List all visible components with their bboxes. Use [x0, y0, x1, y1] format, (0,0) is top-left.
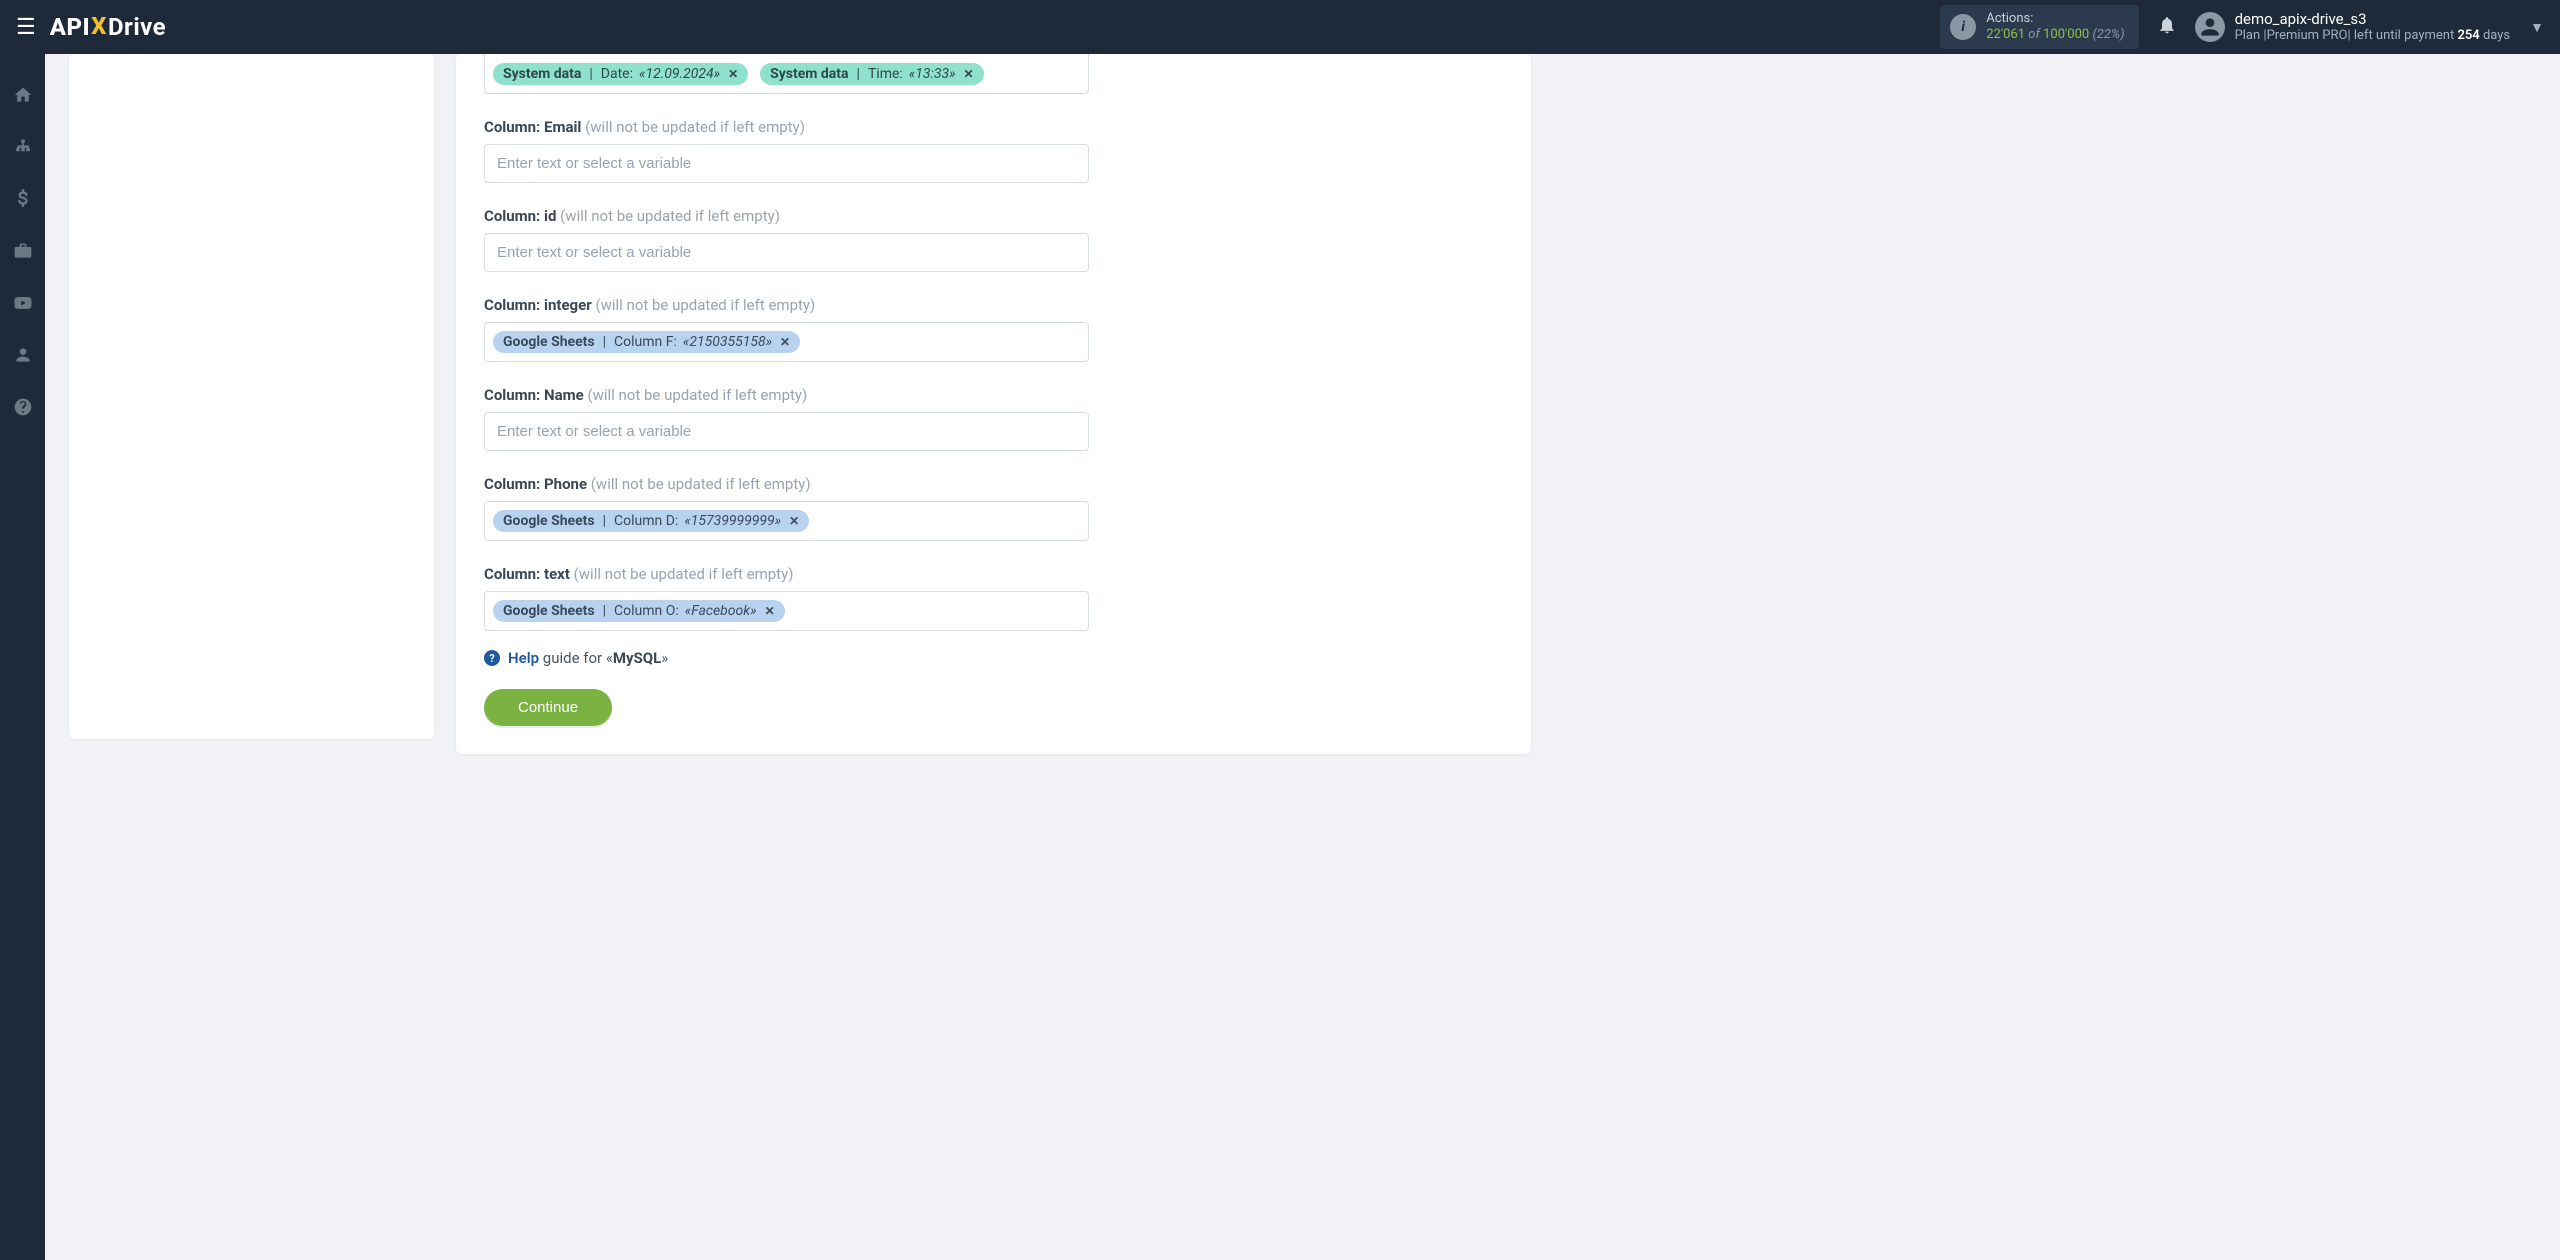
tag-text[interactable]: Google Sheets|Column O: «Facebook»✕ — [493, 600, 785, 622]
actions-badge[interactable]: i Actions: 22'061 of 100'000 (22%) — [1940, 5, 2138, 50]
logo-text-api: API — [50, 13, 90, 41]
input-id[interactable] — [484, 233, 1089, 272]
input-phone[interactable]: Google Sheets|Column D: «15739999999»✕ — [484, 501, 1089, 541]
field-phone: Column: Phone (will not be updated if le… — [484, 475, 1089, 541]
input-email[interactable] — [484, 144, 1089, 183]
field-text: Column: text (will not be updated if lef… — [484, 565, 1089, 631]
menu-toggle[interactable]: ☰ — [16, 15, 36, 40]
field-top-tags[interactable]: System data|Date: «12.09.2024»✕ System d… — [484, 54, 1089, 94]
sidebar-item-profile[interactable] — [0, 338, 45, 372]
topbar: ☰ APIXDrive i Actions: 22'061 of 100'000… — [0, 0, 2560, 54]
user-name: demo_apix-drive_s3 — [2235, 10, 2511, 29]
content: System data|Date: «12.09.2024»✕ System d… — [45, 54, 2560, 1260]
input-integer[interactable]: Google Sheets|Column F: «2150355158»✕ — [484, 322, 1089, 362]
info-icon: i — [1950, 14, 1976, 40]
field-name: Column: Name (will not be updated if lef… — [484, 386, 1089, 451]
input-name[interactable] — [484, 412, 1089, 451]
close-icon[interactable]: ✕ — [964, 67, 974, 81]
close-icon[interactable]: ✕ — [728, 67, 738, 81]
chevron-down-icon: ▼ — [2530, 19, 2544, 36]
tag-integer[interactable]: Google Sheets|Column F: «2150355158»✕ — [493, 331, 800, 353]
input-text[interactable]: Google Sheets|Column O: «Facebook»✕ — [484, 591, 1089, 631]
field-email: Column: Email (will not be updated if le… — [484, 118, 1089, 183]
actions-text: Actions: 22'061 of 100'000 (22%) — [1986, 11, 2124, 44]
main-panel: System data|Date: «12.09.2024»✕ System d… — [456, 54, 1531, 754]
left-panel — [69, 54, 434, 739]
sidebar-item-briefcase[interactable] — [0, 234, 45, 268]
tag-system-time[interactable]: System data|Time: «13:33»✕ — [760, 63, 983, 85]
topbar-right: i Actions: 22'061 of 100'000 (22%) demo_… — [1940, 5, 2544, 50]
actions-values: 22'061 of 100'000 (22%) — [1986, 27, 2124, 43]
field-integer: Column: integer (will not be updated if … — [484, 296, 1089, 362]
close-icon[interactable]: ✕ — [765, 604, 775, 618]
avatar-icon — [2195, 12, 2225, 42]
sidebar-item-connections[interactable] — [0, 130, 45, 164]
close-icon[interactable]: ✕ — [780, 335, 790, 349]
close-icon[interactable]: ✕ — [789, 514, 799, 528]
tag-system-date[interactable]: System data|Date: «12.09.2024»✕ — [493, 63, 748, 85]
sidebar-item-help[interactable] — [0, 390, 45, 424]
bell-icon[interactable] — [2157, 15, 2177, 40]
actions-label: Actions: — [1986, 11, 2124, 27]
sidebar-item-video[interactable] — [0, 286, 45, 320]
sidebar — [0, 54, 45, 1260]
help-link[interactable]: ? Help guide for «MySQL» — [484, 649, 1089, 667]
question-icon: ? — [484, 650, 500, 666]
logo-x: X — [91, 12, 107, 40]
continue-button[interactable]: Continue — [484, 689, 612, 726]
tag-phone[interactable]: Google Sheets|Column D: «15739999999»✕ — [493, 510, 809, 532]
user-menu[interactable]: demo_apix-drive_s3 Plan |Premium PRO| le… — [2195, 10, 2544, 45]
sidebar-item-billing[interactable] — [0, 182, 45, 216]
field-id: Column: id (will not be updated if left … — [484, 207, 1089, 272]
logo-text-drive: Drive — [108, 13, 166, 41]
logo[interactable]: APIXDrive — [50, 13, 166, 41]
sidebar-item-home[interactable] — [0, 78, 45, 112]
user-text: demo_apix-drive_s3 Plan |Premium PRO| le… — [2235, 10, 2511, 45]
user-plan: Plan |Premium PRO| left until payment 25… — [2235, 28, 2511, 44]
